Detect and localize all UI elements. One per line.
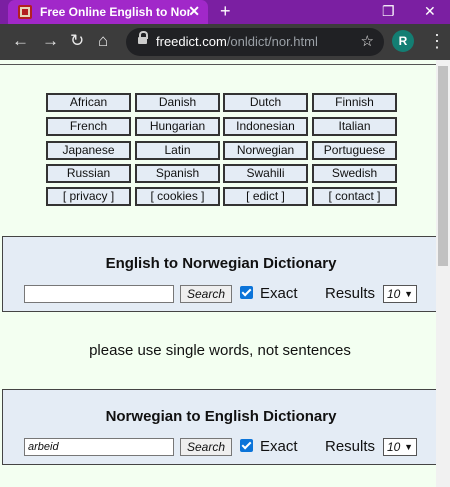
new-tab-icon[interactable]: + [220, 0, 231, 22]
home-icon[interactable]: ⌂ [98, 30, 108, 52]
eng-nor-exact-label: Exact [260, 285, 298, 302]
link-italian[interactable]: Italian [312, 117, 397, 136]
url-path: /onldict/nor.html [226, 34, 318, 49]
lock-icon [138, 31, 148, 47]
nor-eng-exact-label: Exact [260, 438, 298, 455]
tab-title: Free Online English to Norwegian [40, 5, 190, 19]
nor-eng-title: Norwegian to English Dictionary [105, 408, 337, 425]
close-tab-icon[interactable]: ✕ [188, 3, 200, 20]
chevron-down-icon: ▼ [404, 442, 413, 452]
tab-active[interactable]: Free Online English to Norwegian ✕ [8, 0, 208, 24]
nor-eng-results-value: 10 [387, 440, 401, 454]
link-hungarian[interactable]: Hungarian [135, 117, 220, 136]
address-bar[interactable]: freedict.com/onldict/nor.html ☆ [126, 28, 384, 56]
eng-nor-results-label: Results [325, 285, 376, 302]
tab-bar: Free Online English to Norwegian ✕ + ❐ ✕ [0, 0, 450, 24]
page-scrollbar[interactable] [436, 60, 450, 487]
reload-icon[interactable]: ↻ [70, 30, 84, 52]
link-finnish[interactable]: Finnish [312, 93, 397, 112]
page-content: African Danish Dutch Finnish French Hung… [0, 60, 436, 487]
browser-menu-icon[interactable]: ⋮ [428, 30, 446, 52]
link-cookies[interactable]: [ cookies ] [135, 187, 220, 206]
link-norwegian[interactable]: Norwegian [223, 141, 308, 160]
link-swedish[interactable]: Swedish [312, 164, 397, 183]
browser-toolbar: ← → ↻ ⌂ freedict.com/onldict/nor.html ☆ … [0, 24, 450, 60]
url-text: freedict.com/onldict/nor.html [156, 34, 318, 49]
link-swahili[interactable]: Swahili [223, 164, 308, 183]
link-african[interactable]: African [46, 93, 131, 112]
link-spanish[interactable]: Spanish [135, 164, 220, 183]
usage-hint: please use single words, not sentences [89, 342, 351, 359]
eng-nor-search-button[interactable]: Search [180, 285, 232, 303]
link-portuguese[interactable]: Portuguese [312, 141, 397, 160]
norwegian-to-english-form: Norwegian to English Dictionary arbeid S… [2, 389, 436, 465]
close-window-icon[interactable]: ✕ [424, 0, 436, 22]
link-danish[interactable]: Danish [135, 93, 220, 112]
nor-eng-search-button[interactable]: Search [180, 438, 232, 456]
site-favicon-icon [18, 5, 32, 19]
link-privacy[interactable]: [ privacy ] [46, 187, 131, 206]
link-latin[interactable]: Latin [135, 141, 220, 160]
link-french[interactable]: French [46, 117, 131, 136]
nor-eng-exact-checkbox[interactable] [240, 439, 253, 452]
english-to-norwegian-form: English to Norwegian Dictionary Search E… [2, 236, 436, 312]
nor-eng-results-label: Results [325, 438, 376, 455]
link-contact[interactable]: [ contact ] [312, 187, 397, 206]
back-icon[interactable]: ← [12, 30, 29, 52]
restore-window-icon[interactable]: ❐ [382, 0, 395, 22]
eng-nor-search-input[interactable] [24, 285, 174, 303]
forward-icon[interactable]: → [42, 30, 59, 52]
nor-eng-search-input[interactable]: arbeid [24, 438, 174, 456]
profile-avatar[interactable]: R [392, 30, 414, 52]
nor-eng-results-select[interactable]: 10 ▼ [383, 438, 417, 456]
link-edict[interactable]: [ edict ] [223, 187, 308, 206]
scrollbar-thumb[interactable] [438, 66, 448, 266]
link-indonesian[interactable]: Indonesian [223, 117, 308, 136]
eng-nor-results-value: 10 [387, 287, 401, 301]
url-host: freedict.com [156, 34, 227, 49]
link-dutch[interactable]: Dutch [223, 93, 308, 112]
link-russian[interactable]: Russian [46, 164, 131, 183]
bookmark-star-icon[interactable]: ☆ [361, 32, 374, 50]
chevron-down-icon: ▼ [404, 289, 413, 299]
top-divider [0, 64, 436, 65]
eng-nor-exact-checkbox[interactable] [240, 286, 253, 299]
eng-nor-results-select[interactable]: 10 ▼ [383, 285, 417, 303]
eng-nor-title: English to Norwegian Dictionary [105, 255, 337, 272]
link-japanese[interactable]: Japanese [46, 141, 131, 160]
